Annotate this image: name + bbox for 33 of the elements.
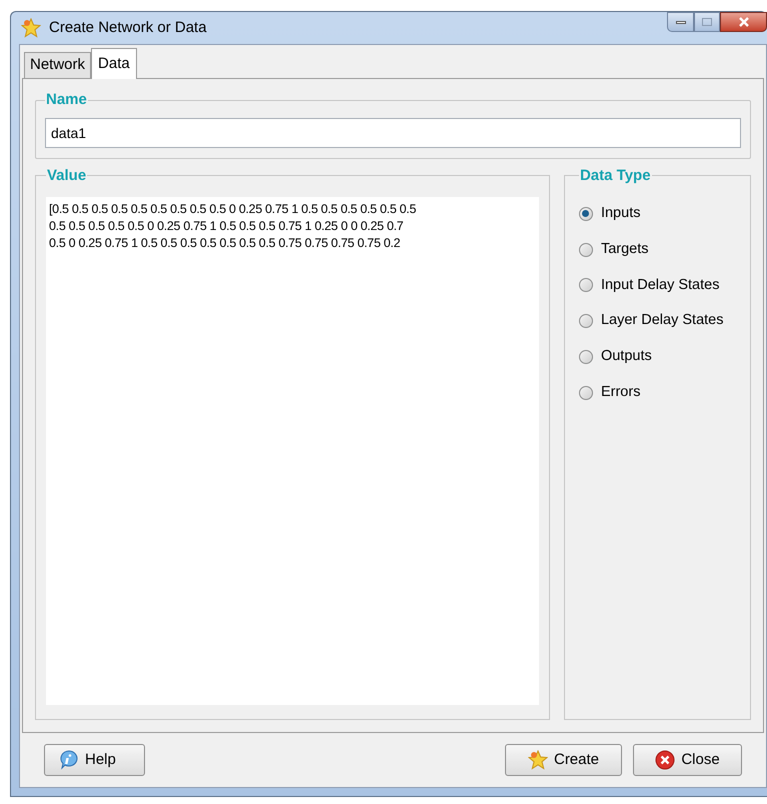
radio-label[interactable]: Layer Delay States (600, 310, 724, 332)
value-text-line: [0.5 0.5 0.5 0.5 0.5 0.5 0.5 0.5 0.5 0 0.25 0.75 1 0.5 0.5 0.5 0.5 0.5 0.5 (49, 201, 416, 218)
group-title: Data Type (578, 166, 652, 186)
star-icon (21, 18, 41, 38)
create-button[interactable]: Create (505, 744, 622, 776)
radio-label[interactable]: Inputs (600, 203, 640, 225)
radio-button[interactable] (578, 314, 593, 328)
value-text-line: 0.5 0 0.25 0.75 1 0.5 0.5 0.5 0.5 0.5 0.5 0.5 0.75 0.75 0.75 0.75 0.2 (49, 235, 400, 252)
close-button[interactable]: Close (633, 744, 742, 776)
close-window-button[interactable] (720, 12, 767, 32)
info-icon (59, 750, 79, 770)
radio-button[interactable] (578, 350, 593, 364)
name-field[interactable]: data1 (45, 118, 741, 148)
minimize-button[interactable] (667, 12, 694, 32)
help-button[interactable]: Help (44, 744, 145, 776)
maximize-button[interactable] (694, 12, 720, 32)
close-icon (655, 750, 676, 770)
radio-label[interactable]: Errors (600, 382, 640, 404)
group-title: Name (45, 90, 88, 110)
window-title: Create Network or Data (49, 18, 207, 38)
radio-label[interactable]: Targets (600, 238, 649, 260)
group-title: Value (46, 166, 88, 186)
radio-label[interactable]: Input Delay States (600, 274, 720, 296)
close-icon (738, 17, 750, 27)
radio-button[interactable] (578, 278, 593, 292)
radio-label[interactable]: Outputs (600, 346, 652, 368)
star-icon (528, 750, 548, 770)
tab[interactable]: Network (24, 52, 92, 78)
value-text-line: 0.5 0.5 0.5 0.5 0.5 0 0.25 0.75 1 0.5 0.5 0.5 0.75 1 0.25 0 0 0.25 0.7 (49, 218, 404, 235)
radio-button[interactable] (578, 242, 593, 257)
radio-button[interactable] (578, 206, 593, 221)
radio-button[interactable] (578, 386, 593, 400)
tab[interactable]: Data (91, 48, 137, 79)
